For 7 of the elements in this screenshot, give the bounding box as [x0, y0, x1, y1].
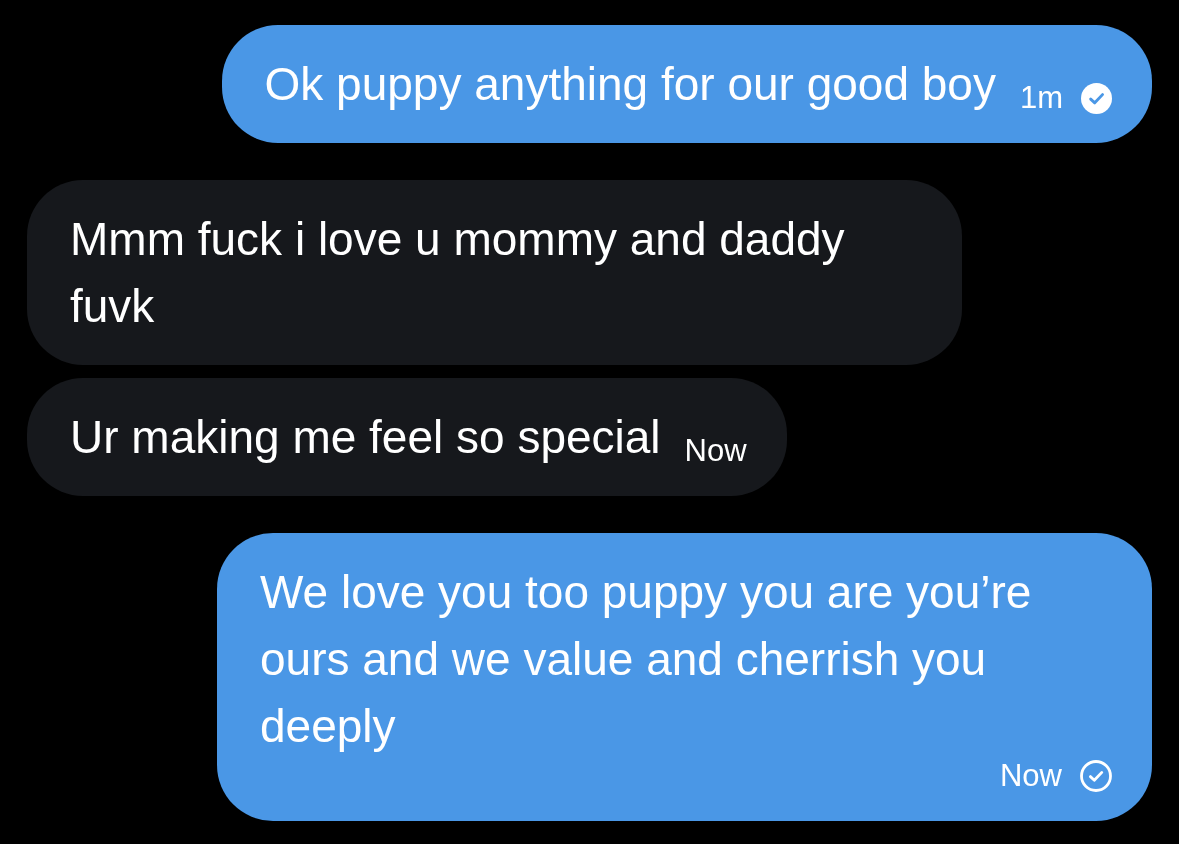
- message-text: We love you too puppy you are you’re ours and we value and cherrish you deeply: [260, 565, 1033, 754]
- message-text: Ur making me feel so special: [70, 410, 661, 465]
- message-text: Ok puppy anything for our good boy: [264, 57, 996, 112]
- timestamp: Now: [1000, 760, 1062, 792]
- timestamp: Now: [684, 435, 747, 467]
- message-text: Mmm fuck i love u mommy and daddy fuvk: [70, 212, 846, 334]
- timestamp: 1m: [1019, 82, 1063, 114]
